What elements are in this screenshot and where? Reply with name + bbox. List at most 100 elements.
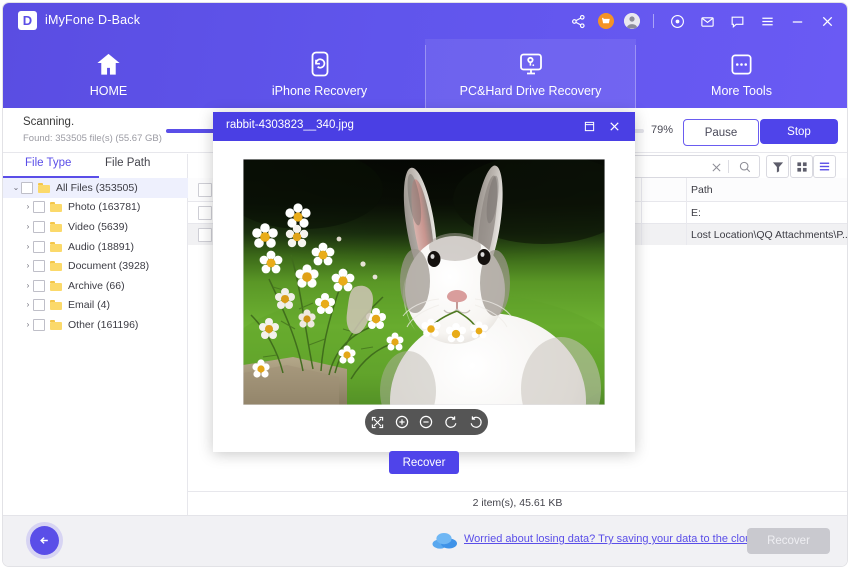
folder-icon xyxy=(50,261,62,271)
restore-window-icon[interactable] xyxy=(581,118,598,135)
store-icon[interactable] xyxy=(598,13,614,29)
chevron-right-icon[interactable]: › xyxy=(23,243,33,251)
tree-checkbox[interactable] xyxy=(33,201,45,213)
folder-icon xyxy=(50,320,62,330)
chevron-right-icon[interactable]: › xyxy=(23,223,33,231)
chevron-right-icon[interactable]: › xyxy=(23,262,33,270)
tree-checkbox[interactable] xyxy=(33,280,45,292)
search-icon[interactable] xyxy=(739,160,751,178)
back-button[interactable] xyxy=(30,526,59,555)
search-divider xyxy=(728,160,729,173)
tree-item-label: Document (3928) xyxy=(68,260,149,272)
chevron-right-icon[interactable]: › xyxy=(23,282,33,290)
rotate-right-icon[interactable] xyxy=(467,414,484,431)
column-divider xyxy=(686,178,687,245)
title-bar: D iMyFone D-Back xyxy=(3,3,847,39)
cell-path: Lost Location\QQ Attachments\P... xyxy=(691,229,847,241)
nav-item-more-tools[interactable]: More Tools xyxy=(636,39,847,108)
nav-label: PC&Hard Drive Recovery xyxy=(460,84,602,98)
column-header-path[interactable]: Path xyxy=(691,184,713,196)
tree-item-all-files[interactable]: ⌄ All Files (353505) xyxy=(3,178,195,198)
tree-item-audio[interactable]: › Audio (18891) xyxy=(3,237,207,257)
account-avatar-icon[interactable] xyxy=(624,13,640,29)
fit-to-screen-icon[interactable] xyxy=(369,414,386,431)
tree-checkbox[interactable] xyxy=(33,260,45,272)
tree-item-video[interactable]: › Video (5639) xyxy=(3,217,207,237)
list-view-button[interactable] xyxy=(813,155,836,178)
folder-icon xyxy=(50,222,62,232)
more-tools-icon xyxy=(729,49,754,79)
clear-search-icon[interactable] xyxy=(711,160,722,178)
grid-view-button[interactable] xyxy=(790,155,813,178)
app-header: D iMyFone D-Back xyxy=(3,3,847,108)
image-preview-dialog: rabbit-4303823__340.jpg xyxy=(213,112,635,452)
app-logo: D xyxy=(18,11,37,30)
app-title: iMyFone D-Back xyxy=(45,13,140,27)
bottom-bar: Worried about losing data? Try saving yo… xyxy=(3,515,847,566)
chevron-right-icon[interactable]: › xyxy=(23,203,33,211)
tab-file-type[interactable]: File Type xyxy=(25,157,71,169)
minimize-icon[interactable] xyxy=(787,11,807,31)
chevron-right-icon[interactable]: › xyxy=(23,301,33,309)
tree-item-email[interactable]: › Email (4) xyxy=(3,296,207,316)
tree-item-document[interactable]: › Document (3928) xyxy=(3,256,207,276)
image-tools-toolbar xyxy=(365,409,488,435)
row-checkbox[interactable] xyxy=(198,206,212,220)
close-icon[interactable] xyxy=(817,11,837,31)
cloud-backup-link[interactable]: Worried about losing data? Try saving yo… xyxy=(464,533,757,545)
dialog-recover-button[interactable]: Recover xyxy=(389,451,459,474)
folder-icon xyxy=(50,202,62,212)
rotate-left-icon[interactable] xyxy=(443,414,460,431)
nav-label: iPhone Recovery xyxy=(272,84,367,98)
chevron-down-icon[interactable]: ⌄ xyxy=(11,184,21,192)
folder-icon xyxy=(50,300,62,310)
stop-button[interactable]: Stop xyxy=(760,119,838,144)
share-icon[interactable] xyxy=(568,11,588,31)
zoom-out-icon[interactable] xyxy=(418,414,435,431)
tab-file-path[interactable]: File Path xyxy=(105,157,150,169)
zoom-in-icon[interactable] xyxy=(393,414,410,431)
tree-checkbox[interactable] xyxy=(33,221,45,233)
chat-icon[interactable] xyxy=(727,11,747,31)
cloud-icon xyxy=(432,530,458,550)
dialog-close-icon[interactable] xyxy=(606,118,623,135)
tree-checkbox[interactable] xyxy=(33,299,45,311)
tree-item-label: Audio (18891) xyxy=(68,241,134,253)
nav-item-home[interactable]: HOME xyxy=(3,39,214,108)
tree-item-label: Video (5639) xyxy=(68,221,128,233)
mail-icon[interactable] xyxy=(697,11,717,31)
file-type-tree: ⌄ All Files (353505) › Photo (163781) › … xyxy=(3,178,187,515)
image-preview xyxy=(243,159,605,405)
home-icon xyxy=(95,49,122,79)
tree-item-archive[interactable]: › Archive (66) xyxy=(3,276,207,296)
application-window: D iMyFone D-Back xyxy=(3,3,847,566)
menu-icon[interactable] xyxy=(757,11,777,31)
tree-checkbox[interactable] xyxy=(33,241,45,253)
dialog-title-bar: rabbit-4303823__340.jpg xyxy=(213,112,635,141)
tree-item-label: Archive (66) xyxy=(68,280,125,292)
pause-button[interactable]: Pause xyxy=(683,119,759,146)
chevron-right-icon[interactable]: › xyxy=(23,321,33,329)
scan-status-text: Scanning. xyxy=(23,116,74,128)
tree-checkbox[interactable] xyxy=(33,319,45,331)
sidebar-tabs: File Type File Path xyxy=(3,153,188,177)
folder-icon xyxy=(38,183,50,193)
tree-item-photo[interactable]: › Photo (163781) xyxy=(3,198,207,218)
cell-path: E: xyxy=(691,207,701,219)
tree-item-label: All Files (353505) xyxy=(56,182,138,194)
filter-button[interactable] xyxy=(766,155,789,178)
toolbar-divider xyxy=(653,14,654,28)
arrow-left-icon xyxy=(37,533,52,548)
dialog-title: rabbit-4303823__340.jpg xyxy=(226,119,354,131)
nav-item-pc-hard-drive-recovery[interactable]: PC&Hard Drive Recovery xyxy=(425,39,636,108)
nav-item-iphone-recovery[interactable]: iPhone Recovery xyxy=(214,39,425,108)
tree-checkbox[interactable] xyxy=(21,182,33,194)
folder-icon xyxy=(50,281,62,291)
target-icon[interactable] xyxy=(667,11,687,31)
tree-item-label: Email (4) xyxy=(68,299,110,311)
title-bar-actions xyxy=(568,3,837,39)
recover-button[interactable]: Recover xyxy=(747,528,830,554)
select-all-checkbox[interactable] xyxy=(198,183,212,197)
row-checkbox[interactable] xyxy=(198,228,212,242)
tree-item-other[interactable]: › Other (161196) xyxy=(3,315,207,335)
